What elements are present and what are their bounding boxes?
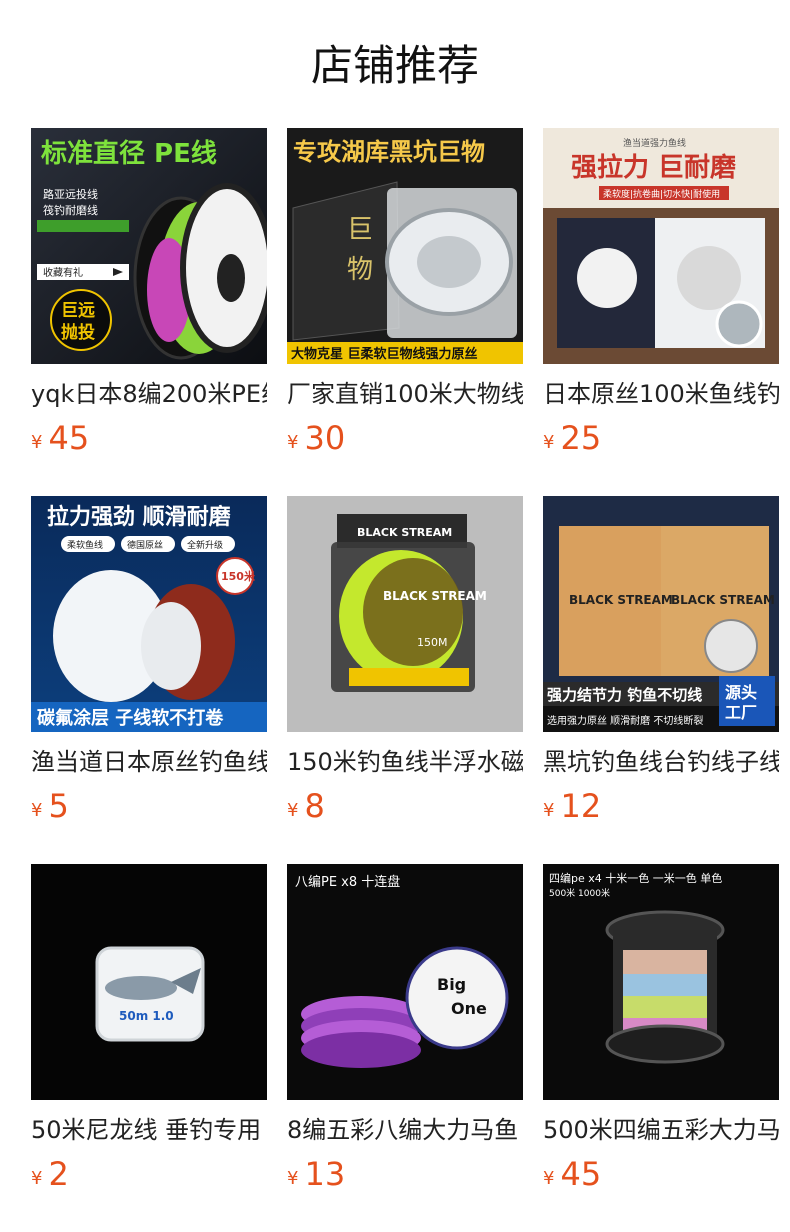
svg-text:150M: 150M: [417, 636, 448, 649]
product-name[interactable]: 8编五彩八编大力马鱼: [287, 1114, 523, 1146]
product-card[interactable]: BLACK STREAM BLACK STREAM 150M 150米钓鱼线半浮…: [287, 496, 523, 825]
svg-text:巨远: 巨远: [61, 301, 95, 321]
product-image[interactable]: 四编pe x4 十米一色 一米一色 单色 500米 1000米: [543, 864, 779, 1100]
svg-text:BLACK STREAM: BLACK STREAM: [671, 593, 775, 607]
product-name[interactable]: 50米尼龙线 垂钓专用: [31, 1114, 267, 1146]
svg-text:大物克星 巨柔软巨物线强力原丝: 大物克星 巨柔软巨物线强力原丝: [291, 346, 478, 362]
product-name[interactable]: 黑坑钓鱼线台钓线子线: [543, 746, 779, 778]
svg-text:四编pe x4 十米一色 一米一色 单色: 四编pe x4 十米一色 一米一色 单色: [549, 871, 722, 885]
svg-text:工厂: 工厂: [725, 703, 757, 722]
product-image[interactable]: 渔当道强力鱼线 强拉力 巨耐磨 柔软度|抗卷曲|切水快|耐使用: [543, 128, 779, 364]
svg-text:收藏有礼: 收藏有礼: [43, 266, 83, 279]
price-value: 13: [304, 1155, 346, 1193]
product-image[interactable]: 专攻湖库黑坑巨物 巨 物 大物克星 巨柔软巨物线强力原丝: [287, 128, 523, 364]
product-name[interactable]: yqk日本8编200米PE线: [31, 378, 267, 410]
currency-symbol: ¥: [543, 1168, 555, 1189]
product-price: ¥45: [543, 1155, 779, 1193]
svg-text:强拉力 巨耐磨: 强拉力 巨耐磨: [571, 152, 736, 183]
product-image[interactable]: 50m 1.0: [31, 864, 267, 1100]
product-name[interactable]: 渔当道日本原丝钓鱼线: [31, 746, 267, 778]
product-name[interactable]: 500米四编五彩大力马: [543, 1114, 779, 1146]
product-image[interactable]: BLACK STREAM BLACK STREAM 强力结节力 钓鱼不切线 选用…: [543, 496, 779, 732]
price-value: 8: [304, 787, 325, 825]
product-card[interactable]: BLACK STREAM BLACK STREAM 强力结节力 钓鱼不切线 选用…: [543, 496, 779, 825]
product-price: ¥8: [287, 787, 523, 825]
page-title: 店铺推荐: [310, 41, 479, 90]
svg-text:500米 1000米: 500米 1000米: [549, 887, 610, 899]
product-image[interactable]: 标准直径 PE线 路亚远投线 筏钓耐磨线 收藏有礼 巨远 抛投: [31, 128, 267, 364]
svg-text:抛投: 抛投: [61, 322, 95, 343]
product-card[interactable]: 专攻湖库黑坑巨物 巨 物 大物克星 巨柔软巨物线强力原丝 厂家直销100米大物线…: [287, 128, 523, 457]
price-value: 30: [304, 419, 346, 457]
svg-text:强力结节力 钓鱼不切线: 强力结节力 钓鱼不切线: [547, 686, 702, 704]
currency-symbol: ¥: [31, 432, 43, 453]
svg-text:八编PE x8 十连盘: 八编PE x8 十连盘: [295, 874, 400, 890]
image-headline: 标准直径 PE线: [41, 139, 217, 169]
product-card[interactable]: 标准直径 PE线 路亚远投线 筏钓耐磨线 收藏有礼 巨远 抛投 yqk日本8编2…: [31, 128, 267, 457]
svg-text:Big: Big: [437, 975, 466, 994]
currency-symbol: ¥: [31, 1168, 43, 1189]
svg-text:路亚远投线: 路亚远投线: [43, 187, 98, 201]
price-value: 2: [48, 1155, 69, 1193]
product-price: ¥13: [287, 1155, 523, 1193]
currency-symbol: ¥: [287, 432, 299, 453]
price-value: 25: [560, 419, 602, 457]
product-name[interactable]: 150米钓鱼线半浮水磁: [287, 746, 523, 778]
svg-text:One: One: [451, 999, 487, 1018]
price-value: 12: [560, 787, 602, 825]
currency-symbol: ¥: [287, 800, 299, 821]
product-price: ¥12: [543, 787, 779, 825]
currency-symbol: ¥: [31, 800, 43, 821]
product-price: ¥30: [287, 419, 523, 457]
svg-text:全新升级: 全新升级: [187, 539, 223, 551]
currency-symbol: ¥: [543, 800, 555, 821]
product-image[interactable]: BLACK STREAM BLACK STREAM 150M: [287, 496, 523, 732]
product-price: ¥45: [31, 419, 267, 457]
product-image[interactable]: 八编PE x8 十连盘 Big One: [287, 864, 523, 1100]
svg-text:柔软度|抗卷曲|切水快|耐使用: 柔软度|抗卷曲|切水快|耐使用: [603, 188, 720, 200]
svg-text:巨: 巨: [347, 215, 373, 245]
price-value: 5: [48, 787, 69, 825]
currency-symbol: ¥: [543, 432, 555, 453]
svg-text:150米: 150米: [221, 569, 256, 583]
price-value: 45: [560, 1155, 602, 1193]
svg-text:渔当道强力鱼线: 渔当道强力鱼线: [623, 137, 686, 149]
svg-text:源头: 源头: [725, 683, 757, 702]
svg-text:物: 物: [347, 255, 373, 285]
svg-text:筏钓耐磨线: 筏钓耐磨线: [43, 203, 98, 217]
product-name[interactable]: 厂家直销100米大物线: [287, 378, 523, 410]
product-card[interactable]: 渔当道强力鱼线 强拉力 巨耐磨 柔软度|抗卷曲|切水快|耐使用 日本原丝100米…: [543, 128, 779, 457]
product-card[interactable]: 四编pe x4 十米一色 一米一色 单色 500米 1000米 500米四编五彩…: [543, 864, 779, 1193]
svg-text:BLACK STREAM: BLACK STREAM: [569, 593, 673, 607]
product-card[interactable]: 50m 1.0 50米尼龙线 垂钓专用 ¥2: [31, 864, 267, 1193]
svg-text:柔软鱼线: 柔软鱼线: [67, 539, 103, 551]
product-price: ¥25: [543, 419, 779, 457]
svg-text:BLACK STREAM: BLACK STREAM: [357, 526, 452, 539]
product-price: ¥5: [31, 787, 267, 825]
svg-text:50m 1.0: 50m 1.0: [119, 1009, 174, 1023]
svg-text:BLACK STREAM: BLACK STREAM: [383, 589, 487, 603]
product-price: ¥2: [31, 1155, 267, 1193]
svg-text:德国原丝: 德国原丝: [127, 539, 163, 551]
currency-symbol: ¥: [287, 1168, 299, 1189]
price-value: 45: [48, 419, 90, 457]
svg-text:拉力强劲 顺滑耐磨: 拉力强劲 顺滑耐磨: [47, 504, 231, 530]
svg-text:选用强力原丝 顺滑耐磨 不切线断裂: 选用强力原丝 顺滑耐磨 不切线断裂: [547, 714, 703, 727]
product-image[interactable]: 拉力强劲 顺滑耐磨 柔软鱼线 德国原丝 全新升级 150米 碳氟涂层 子线软不打…: [31, 496, 267, 732]
product-name[interactable]: 日本原丝100米鱼线钓: [543, 378, 779, 410]
product-card[interactable]: 八编PE x8 十连盘 Big One 8编五彩八编大力马鱼 ¥13: [287, 864, 523, 1193]
svg-text:专攻湖库黑坑巨物: 专攻湖库黑坑巨物: [293, 138, 485, 166]
product-card[interactable]: 拉力强劲 顺滑耐磨 柔软鱼线 德国原丝 全新升级 150米 碳氟涂层 子线软不打…: [31, 496, 267, 825]
svg-text:碳氟涂层 子线软不打卷: 碳氟涂层 子线软不打卷: [37, 707, 224, 729]
